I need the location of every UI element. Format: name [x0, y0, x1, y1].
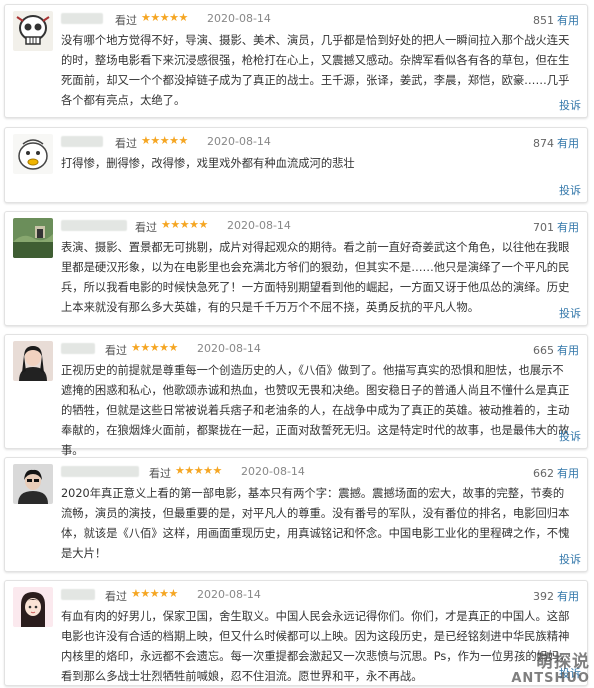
blurred-username[interactable] [61, 136, 103, 147]
report-link[interactable]: 投诉 [559, 305, 581, 321]
vote-count: 701 [533, 221, 554, 234]
person-avatar-icon [13, 341, 53, 381]
avatar[interactable] [13, 587, 53, 627]
review-text: 打得惨，删得惨，改得惨，戏里戏外都有种血流成河的悲壮 [61, 157, 355, 170]
vote-area: 392 有用 [533, 588, 579, 604]
report-link[interactable]: 投诉 [559, 428, 581, 444]
rating-stars: ★★★★★ [141, 11, 188, 24]
review-date: 2020-08-14 [207, 12, 271, 25]
watermark-sub: ANTSHUO [511, 670, 590, 686]
blurred-username[interactable] [61, 13, 103, 24]
vote-area: 874 有用 [533, 135, 579, 151]
review-date: 2020-08-14 [197, 342, 261, 355]
watched-label: 看过 [115, 137, 137, 150]
anime-girl-avatar-icon [13, 587, 53, 627]
rating-stars: ★★★★★ [131, 341, 178, 354]
avatar[interactable] [13, 134, 53, 174]
review-card: 看过 ★★★★★ 2020-08-14 851 有用 没有哪个地方觉得不好，导演、… [4, 4, 588, 118]
useful-button[interactable]: 有用 [557, 344, 579, 357]
blurred-username[interactable] [61, 466, 139, 477]
review-text: 表演、摄影、置景都无可挑剔，成片对得起观众的期待。看之前一直好奇姜武这个角色，以… [61, 241, 570, 314]
vote-area: 851 有用 [533, 12, 579, 28]
review-card: 看过 ★★★★★ 2020-08-14 392 有用 有血有肉的好男儿，保家卫国，… [4, 580, 588, 686]
avatar[interactable] [13, 341, 53, 381]
vote-area: 662 有用 [533, 465, 579, 481]
review-card: 看过 ★★★★★ 2020-08-14 701 有用 表演、摄影、置景都无可挑剔，… [4, 211, 588, 326]
watched-label: 看过 [105, 344, 127, 357]
vote-count: 851 [533, 14, 554, 27]
avatar[interactable] [13, 11, 53, 51]
review-card: 看过 ★★★★★ 2020-08-14 665 有用 正视历史的前提就是尊重每一个… [4, 334, 588, 457]
useful-button[interactable]: 有用 [557, 467, 579, 480]
report-link[interactable]: 投诉 [559, 551, 581, 567]
report-link[interactable]: 投诉 [559, 182, 581, 198]
skull-avatar-icon [13, 11, 53, 51]
review-date: 2020-08-14 [227, 219, 291, 232]
vote-count: 392 [533, 590, 554, 603]
portrait-avatar-icon [13, 464, 53, 504]
review-text: 正视历史的前提就是尊重每一个创造历史的人，《八佰》做到了。他描写真实的恐惧和胆怯… [61, 364, 570, 457]
watched-label: 看过 [149, 467, 171, 480]
rating-stars: ★★★★★ [161, 218, 208, 231]
watermark: 萌探说 ANTSHUO [511, 653, 590, 686]
rating-stars: ★★★★★ [141, 134, 188, 147]
blurred-username[interactable] [61, 220, 127, 231]
review-text: 没有哪个地方觉得不好，导演、摄影、美术、演员，几乎都是恰到好处的把人一瞬间拉入那… [61, 34, 570, 107]
vote-count: 874 [533, 137, 554, 150]
useful-button[interactable]: 有用 [557, 221, 579, 234]
review-date: 2020-08-14 [207, 135, 271, 148]
rating-stars: ★★★★★ [175, 464, 222, 477]
useful-button[interactable]: 有用 [557, 14, 579, 27]
useful-button[interactable]: 有用 [557, 590, 579, 603]
avatar[interactable] [13, 218, 53, 258]
review-text: 有血有肉的好男儿，保家卫国，舍生取义。中国人民会永远记得你们。你们，才是真正的中… [61, 610, 571, 683]
avatar[interactable] [13, 464, 53, 504]
landscape-avatar-icon [13, 218, 53, 258]
vote-area: 701 有用 [533, 219, 579, 235]
report-link[interactable]: 投诉 [559, 97, 581, 113]
blurred-username[interactable] [61, 589, 95, 600]
review-card: 看过 ★★★★★ 2020-08-14 662 有用 2020年真正意义上看的第一… [4, 457, 588, 572]
review-date: 2020-08-14 [197, 588, 261, 601]
review-card: 看过 ★★★★★ 2020-08-14 874 有用 打得惨，删得惨，改得惨，戏里… [4, 127, 588, 203]
review-text: 2020年真正意义上看的第一部电影，基本只有两个字：震撼。震撼场面的宏大，故事的… [61, 487, 570, 560]
watermark-main: 萌探说 [536, 652, 590, 673]
blurred-username[interactable] [61, 343, 95, 354]
review-date: 2020-08-14 [241, 465, 305, 478]
vote-count: 665 [533, 344, 554, 357]
watched-label: 看过 [105, 590, 127, 603]
watched-label: 看过 [135, 221, 157, 234]
vote-area: 665 有用 [533, 342, 579, 358]
rating-stars: ★★★★★ [131, 587, 178, 600]
useful-button[interactable]: 有用 [557, 137, 579, 150]
cartoon-face-avatar-icon [13, 134, 53, 174]
watched-label: 看过 [115, 14, 137, 27]
vote-count: 662 [533, 467, 554, 480]
